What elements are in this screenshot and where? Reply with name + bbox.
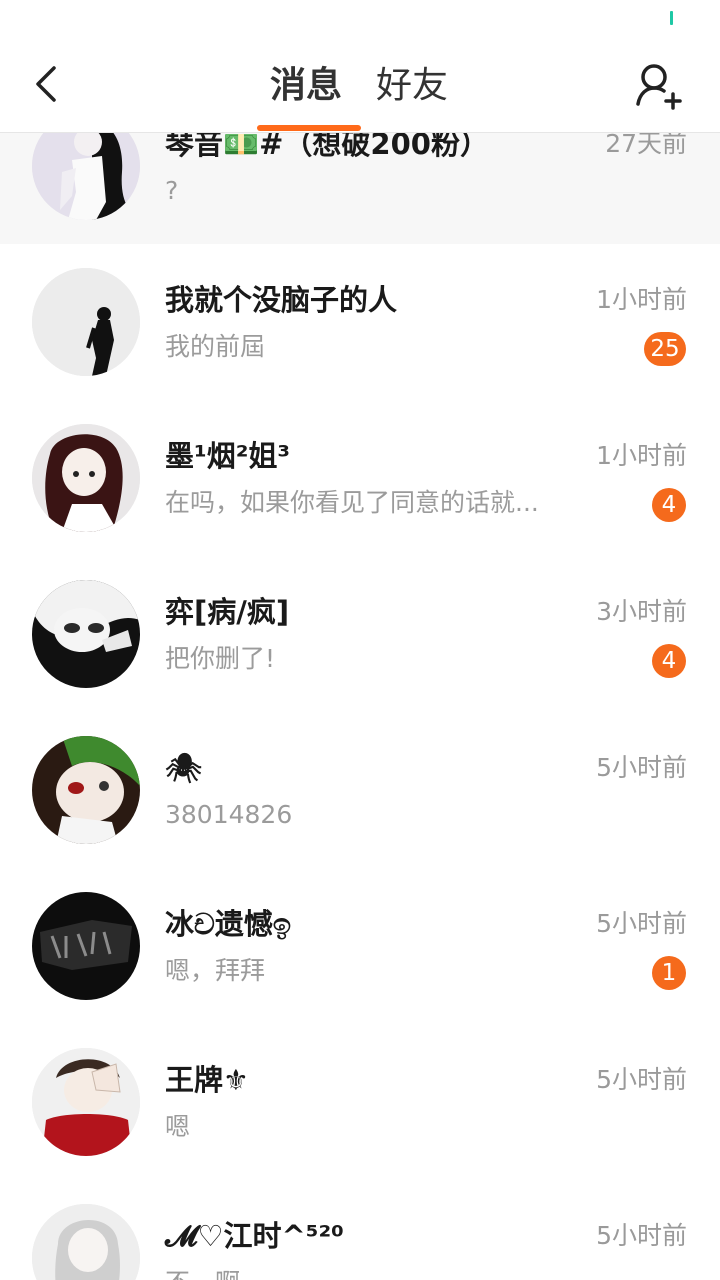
message-time: 5小时前 xyxy=(596,1065,687,1094)
message-time: 1小时前 xyxy=(596,441,687,470)
message-time: 3小时前 xyxy=(596,597,687,626)
tab-friends[interactable]: 好友 xyxy=(376,64,448,108)
tab-messages[interactable]: 消息 xyxy=(270,64,342,108)
conversation-row[interactable]: 🕷 5小时前 38014826 xyxy=(0,712,720,868)
avatar xyxy=(32,424,140,532)
unread-badge: 25 xyxy=(644,332,686,366)
contact-name: 弈[病/疯] xyxy=(165,595,290,629)
message-preview: 嗯 xyxy=(165,1112,191,1141)
conversation-row[interactable]: 𝓜♡江时^⁵²⁰ 5小时前 不，啊 xyxy=(0,1180,720,1280)
message-preview: 不，啊 xyxy=(165,1265,565,1280)
conversation-row[interactable]: 我就个没脑子的人 1小时前 我的前屆 25 xyxy=(0,244,720,400)
message-preview: 把你删了! xyxy=(165,644,276,673)
avatar xyxy=(32,268,140,376)
message-preview: 嗯，拜拜 xyxy=(165,956,266,985)
contact-name: 冰ච遗憾ඉ xyxy=(165,907,292,941)
avatar xyxy=(32,580,140,688)
contact-name: 墨¹烟²姐³ xyxy=(165,439,291,473)
message-preview: 我的前屆 xyxy=(165,332,266,361)
tab-bar: 消息 好友 xyxy=(0,40,720,132)
add-user-icon xyxy=(636,64,682,110)
unread-badge: 1 xyxy=(652,956,686,990)
active-tab-indicator xyxy=(257,125,361,131)
message-preview: 38014826 xyxy=(165,800,293,829)
avatar xyxy=(32,736,140,844)
contact-name: 我就个没脑子的人 xyxy=(165,283,398,317)
message-time: 5小时前 xyxy=(596,1221,687,1250)
message-time: 5小时前 xyxy=(596,909,687,938)
message-time: 1小时前 xyxy=(596,285,687,314)
avatar xyxy=(32,892,140,1000)
contact-name: 王牌⚜ xyxy=(165,1063,249,1097)
conversation-row[interactable]: 墨¹烟²姐³ 1小时前 在吗，如果你看见了同意的话就... 4 xyxy=(0,400,720,556)
unread-badge: 4 xyxy=(652,488,686,522)
conversation-list[interactable]: 琴音💵#（想破200粉） 27天前 ? 我就个没脑子的人 1小时前 我的前屆 2… xyxy=(0,88,720,1280)
contact-name: 🕷 xyxy=(165,751,202,785)
conversation-row[interactable]: 王牌⚜ 5小时前 嗯 xyxy=(0,1024,720,1180)
contact-name: 𝓜♡江时^⁵²⁰ xyxy=(165,1219,344,1253)
unread-badge: 4 xyxy=(652,644,686,678)
avatar xyxy=(32,1048,140,1156)
status-indicator xyxy=(670,11,673,25)
conversation-row[interactable]: 冰ච遗憾ඉ 5小时前 嗯，拜拜 1 xyxy=(0,868,720,1024)
avatar xyxy=(32,1204,140,1280)
add-friend-button[interactable] xyxy=(632,60,684,112)
status-bar xyxy=(0,0,720,40)
conversation-row[interactable]: 弈[病/疯] 3小时前 把你删了! 4 xyxy=(0,556,720,712)
message-preview: 在吗，如果你看见了同意的话就... xyxy=(165,488,539,517)
top-nav-bar: 消息 好友 xyxy=(0,40,720,133)
message-time: 5小时前 xyxy=(596,753,687,782)
message-preview: ? xyxy=(165,176,179,205)
